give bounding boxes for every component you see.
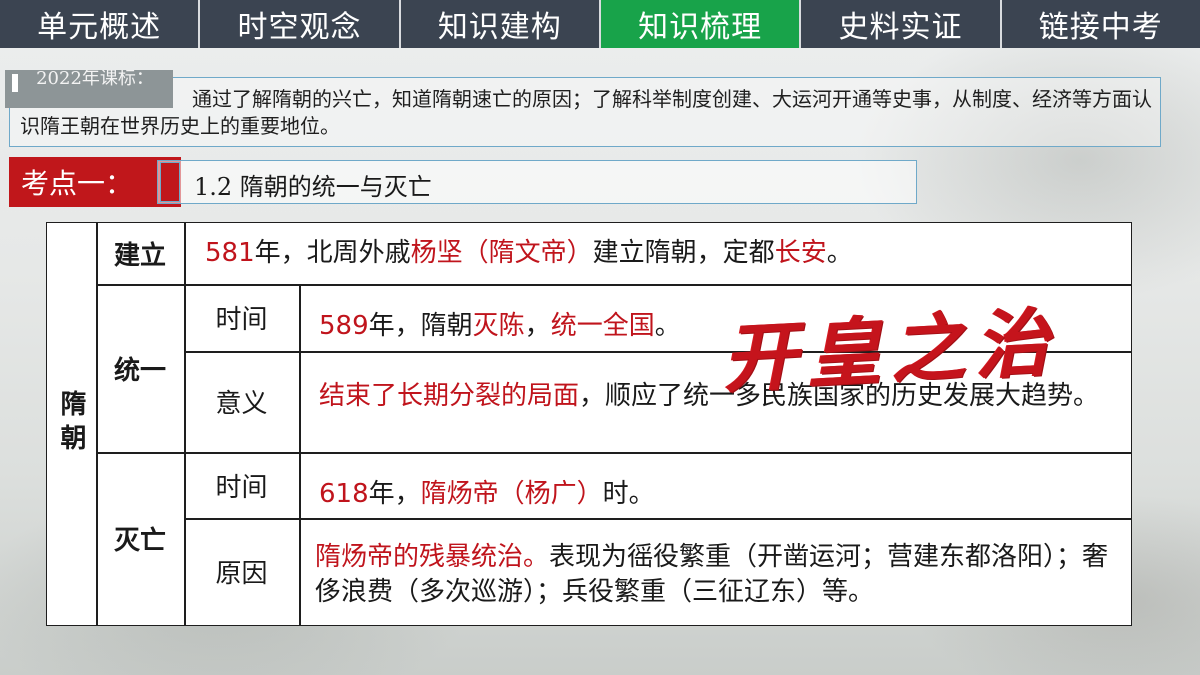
summary-table: 隋朝 建立 581年，北周外戚杨坚（隋文帝）建立隋朝，定都长安。 统一 时间 5… [46,222,1132,626]
keypoint-title: 1.2 隋朝的统一与灭亡 [194,173,432,201]
fall-time-label: 时间 [215,472,268,503]
tab-space-time-concept[interactable]: 时空观念 [200,0,401,48]
highlight-text: 隋炀帝（杨广） [420,479,603,509]
keypoint-title-box: 1.2 隋朝的统一与灭亡 [157,160,917,204]
grid-line [299,284,301,625]
kaihuang-stamp: 开皇之治 [720,299,1061,404]
row-header-fall: 灭亡 [113,526,166,556]
highlight-text: 结束了长期分裂的局面 [319,381,580,411]
tab-knowledge-construction[interactable]: 知识建构 [401,0,601,48]
body-text: 建立隋朝，定都 [592,238,775,268]
body-text: 时。 [602,479,655,509]
tab-knowledge-review[interactable]: 知识梳理 [600,0,802,48]
tab-exam-link[interactable]: 链接中考 [1002,0,1200,48]
unify-time-label: 时间 [215,305,268,335]
curriculum-standard-text: 通过了解隋朝的兴亡，知道隋朝速亡的原因；了解科举制度创建、大运河开通等史事，从制… [20,87,1152,138]
body-text: 年， [368,479,421,509]
highlight-text: 618 [319,479,369,509]
fall-cause-content: 隋炀帝的残暴统治。表现为徭役繁重（开凿运河；营建东都洛阳）；奢侈浪费（多次巡游）… [315,540,1115,610]
curriculum-standard-tag-label: 2022年课标： [36,70,154,89]
body-text: 。 [826,238,853,268]
highlight-text: 统一全国 [550,311,655,341]
body-text: 年，隋朝 [368,311,473,341]
highlight-text: 隋炀帝的残暴统治。 [315,542,550,572]
tag-bar-icon [12,74,18,92]
table-subject: 隋朝 [56,390,86,458]
highlight-text: 灭陈 [472,311,525,341]
grid-line [184,518,1131,520]
highlight-text: 杨坚（隋文帝） [410,238,593,268]
curriculum-standard-box: 通过了解隋朝的兴亡，知道隋朝速亡的原因；了解科举制度创建、大运河开通等史事，从制… [9,77,1161,147]
curriculum-standard-tag: 2022年课标： [5,70,173,108]
highlight-text: 589 [319,311,369,341]
fall-cause-label: 原因 [215,559,268,589]
tab-historical-evidence[interactable]: 史料实证 [801,0,1002,48]
body-text: ， [524,311,551,341]
fall-time-content: 618年，隋炀帝（杨广）时。 [319,477,1109,512]
row-header-unify: 统一 [113,355,166,386]
body-text: 。 [654,311,681,341]
body-text: 年，北周外戚 [254,238,411,268]
tab-unit-overview[interactable]: 单元概述 [0,0,201,48]
row-header-founding: 建立 [113,241,166,271]
highlight-text: 581 [205,238,255,268]
unify-time-content: 589年，隋朝灭陈，统一全国。 [319,309,739,344]
top-nav: 单元概述 时空观念 知识建构 知识梳理 史料实证 链接中考 [0,0,1200,48]
founding-content: 581年，北周外戚杨坚（隋文帝）建立隋朝，定都长安。 [205,236,1105,271]
keypoint-marker [160,162,180,202]
keypoint-label: 考点一： [9,157,181,207]
highlight-text: 长安 [774,238,827,268]
unify-meaning-label: 意义 [215,389,268,419]
